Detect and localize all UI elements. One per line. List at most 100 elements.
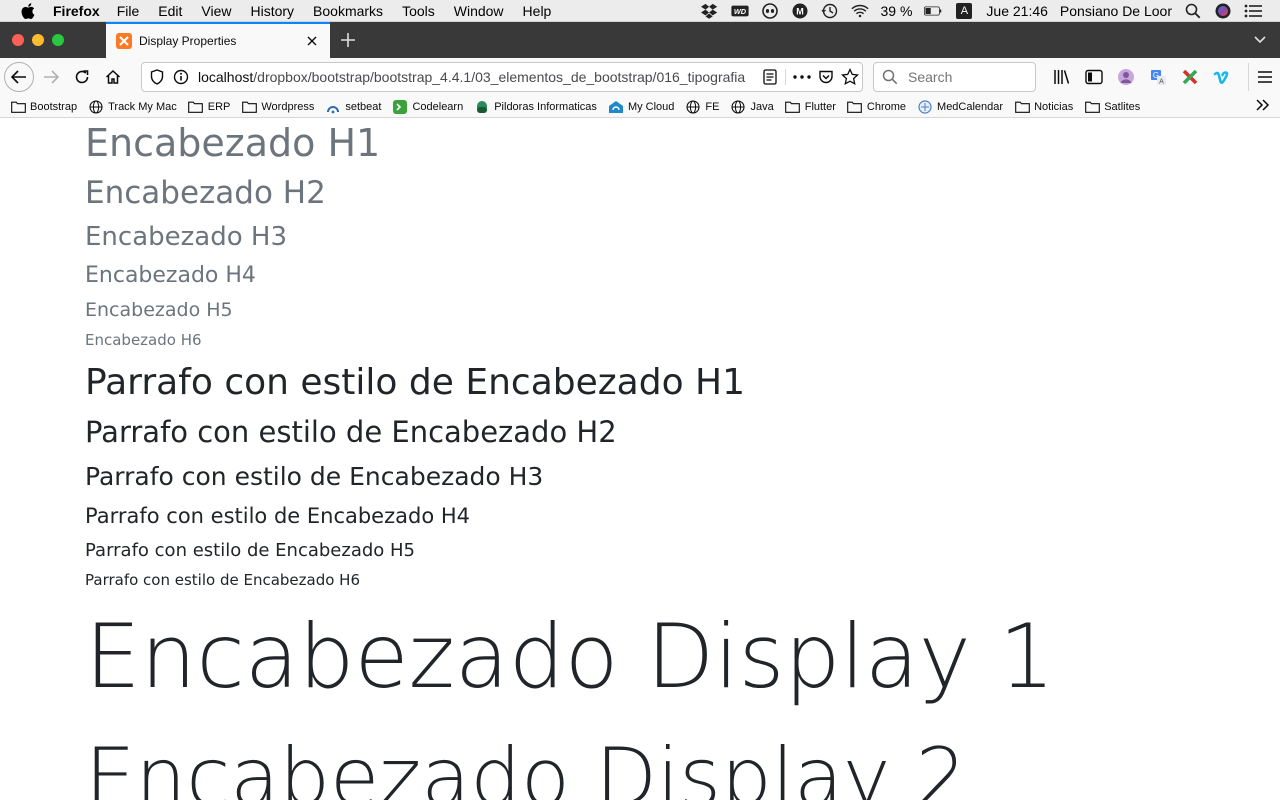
time-machine-icon[interactable] <box>821 3 839 19</box>
tab-close-icon[interactable] <box>304 33 320 49</box>
bookmark-label: Wordpress <box>261 100 315 113</box>
bookmark-satlites[interactable]: Satlites <box>1084 100 1140 114</box>
reload-button[interactable] <box>68 63 96 91</box>
bookmark-label: Flutter <box>804 100 836 113</box>
heading-h2: Encabezado H2 <box>85 175 326 211</box>
url-bar[interactable]: localhost/dropbox/bootstrap/bootstrap_4.… <box>141 62 863 92</box>
url-host: localhost <box>198 69 254 85</box>
input-source-icon[interactable]: A <box>956 2 973 19</box>
list-all-tabs-chevron-down-icon[interactable] <box>1240 22 1280 58</box>
dropbox-icon[interactable] <box>700 3 719 19</box>
search-bar[interactable] <box>873 62 1036 92</box>
paragraph-h2-style: Parrafo con estilo de Encabezado H2 <box>85 415 617 449</box>
svg-text:WD: WD <box>733 6 746 15</box>
home-button[interactable] <box>99 63 127 91</box>
bookmark-star-icon[interactable] <box>838 68 862 86</box>
minimize-window-button[interactable] <box>32 34 44 46</box>
translate-extension-icon[interactable]: GA <box>1142 63 1174 91</box>
heading-h3: Encabezado H3 <box>85 222 287 252</box>
bookmark-track-my-mac[interactable]: Track My Mac <box>88 99 177 114</box>
battery-icon[interactable] <box>924 3 942 19</box>
menu-tools[interactable]: Tools <box>402 3 435 19</box>
new-tab-button[interactable] <box>330 22 366 58</box>
menubar-user[interactable]: Ponsiano De Loor <box>1060 3 1172 19</box>
bookmark-fe[interactable]: FE <box>685 99 719 114</box>
pildoras-icon <box>474 100 490 114</box>
page-content: Encabezado H1 Encabezado H2 Encabezado H… <box>0 118 1280 800</box>
menu-help[interactable]: Help <box>523 3 552 19</box>
bookmark-flutter[interactable]: Flutter <box>785 100 836 114</box>
zoom-window-button[interactable] <box>52 34 64 46</box>
menu-bookmarks[interactable]: Bookmarks <box>313 3 383 19</box>
search-input[interactable] <box>906 68 1020 86</box>
page-actions-more-icon[interactable] <box>790 75 814 79</box>
bookmark-codelearn[interactable]: Codelearn <box>392 99 463 114</box>
sidebar-toggle-icon[interactable] <box>1078 63 1110 91</box>
folder-icon <box>785 100 801 114</box>
siri-icon[interactable] <box>1214 3 1232 19</box>
site-info-icon[interactable] <box>172 69 190 85</box>
m-app-icon[interactable]: M <box>791 3 809 19</box>
paragraph-h5-style: Parrafo con estilo de Encabezado H5 <box>85 540 416 561</box>
bookmark-chrome[interactable]: Chrome <box>847 100 906 114</box>
globe-icon <box>88 99 104 114</box>
account-avatar-icon[interactable] <box>1110 63 1142 91</box>
app-menu-hamburger-icon[interactable] <box>1248 63 1280 91</box>
menu-file[interactable]: File <box>117 3 140 19</box>
folder-icon <box>1014 100 1030 114</box>
menu-app-name[interactable]: Firefox <box>53 3 100 19</box>
bookmark-label: Chrome <box>866 100 907 113</box>
library-icon[interactable] <box>1046 63 1078 91</box>
bookmark-label: Track My Mac <box>108 100 177 113</box>
pocket-icon[interactable] <box>814 69 838 85</box>
tools-extension-icon[interactable] <box>1174 63 1206 91</box>
bookmark-medcalendar[interactable]: MedCalendar <box>917 99 1003 114</box>
tab-strip: Display Properties <box>0 22 1280 58</box>
back-button[interactable] <box>4 62 34 92</box>
menu-view[interactable]: View <box>201 3 231 19</box>
menubar-clock[interactable]: Jue 21:46 <box>986 3 1048 19</box>
xampp-favicon-icon <box>116 33 132 49</box>
paragraph-h1-style: Parrafo con estilo de Encabezado H1 <box>85 362 746 403</box>
menu-history[interactable]: History <box>250 3 294 19</box>
tracking-protection-shield-icon[interactable] <box>148 69 166 85</box>
bookmark-wordpress[interactable]: Wordpress <box>241 100 314 114</box>
setbeat-icon <box>325 100 341 114</box>
menu-window[interactable]: Window <box>454 3 504 19</box>
wd-drive-icon[interactable]: WD <box>730 3 749 19</box>
svg-text:M: M <box>796 6 804 16</box>
bookmark-noticias[interactable]: Noticias <box>1014 100 1073 114</box>
spotlight-search-icon[interactable] <box>1184 3 1202 19</box>
folder-icon <box>188 100 204 114</box>
macos-menubar: Firefox File Edit View History Bookmarks… <box>0 0 1280 22</box>
cloud-icon <box>608 100 624 114</box>
bookmarks-overflow-chevron-icon[interactable] <box>1256 99 1270 114</box>
tab-display-properties[interactable]: Display Properties <box>106 22 330 58</box>
menu-edit[interactable]: Edit <box>158 3 182 19</box>
bookmark-pildoras-informaticas[interactable]: Pildoras Informaticas <box>474 100 597 114</box>
vimeo-extension-icon[interactable] <box>1206 63 1238 91</box>
folder-icon <box>10 100 26 114</box>
close-window-button[interactable] <box>12 34 24 46</box>
url-text[interactable]: localhost/dropbox/bootstrap/bootstrap_4.… <box>198 69 755 85</box>
bookmark-label: Pildoras Informaticas <box>494 100 597 113</box>
reader-view-icon[interactable] <box>755 69 786 85</box>
toolbar-right-group: GA <box>1046 63 1280 91</box>
alien-icon[interactable] <box>761 2 779 19</box>
bookmarks-toolbar: Bootstrap Track My Mac ERP Wordpress setbeat… <box>0 96 1280 118</box>
window-controls <box>0 22 94 58</box>
forward-button[interactable] <box>37 63 65 91</box>
apple-icon[interactable] <box>19 2 37 20</box>
wifi-icon[interactable] <box>850 3 869 19</box>
heading-h6: Encabezado H6 <box>85 331 202 349</box>
bookmark-bootstrap[interactable]: Bootstrap <box>10 100 77 114</box>
bookmark-my-cloud[interactable]: My Cloud <box>608 100 674 114</box>
bookmark-erp[interactable]: ERP <box>188 100 230 114</box>
medcalendar-icon <box>917 99 933 114</box>
heading-h5: Encabezado H5 <box>85 299 233 321</box>
display-2-heading: Encabezado Display 2 <box>85 731 967 800</box>
battery-percent: 39 % <box>880 2 913 19</box>
bookmark-java[interactable]: Java <box>730 99 774 114</box>
bookmark-setbeat[interactable]: setbeat <box>325 100 381 114</box>
notification-center-icon[interactable] <box>1244 3 1262 19</box>
